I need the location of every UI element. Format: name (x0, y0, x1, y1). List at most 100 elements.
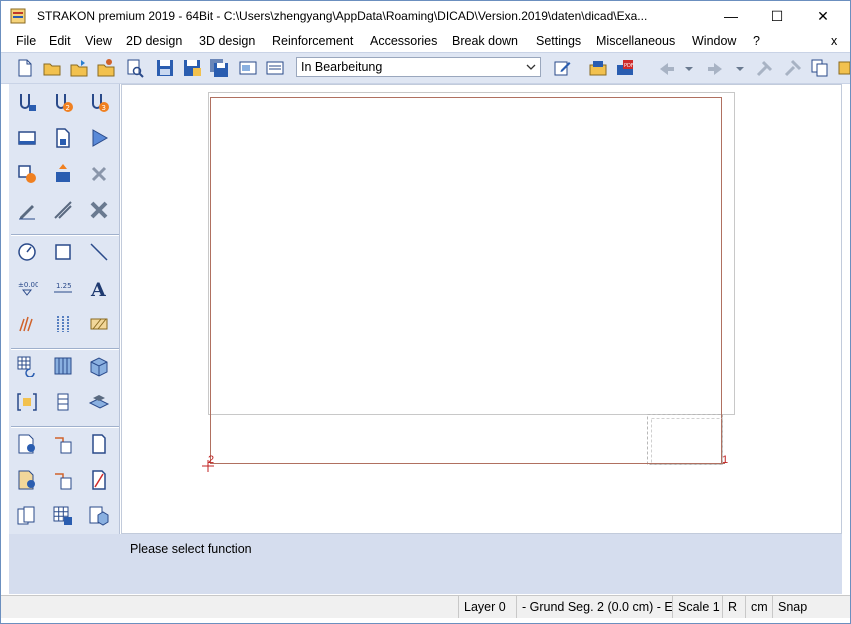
play-icon[interactable] (88, 127, 110, 149)
delete-node-icon[interactable] (88, 163, 110, 185)
menu-bar: File Edit View 2D design 3D design Reinf… (1, 31, 850, 51)
window-title: STRAKON premium 2019 - 64Bit - C:\Users\… (37, 9, 648, 23)
save-as-icon[interactable] (182, 58, 202, 78)
move-icon[interactable] (52, 163, 74, 185)
minimize-button[interactable]: — (708, 1, 754, 31)
elevation-mark-icon[interactable]: ±0.00 (16, 277, 38, 299)
copy-icon[interactable] (810, 58, 830, 78)
title-block-inner (651, 418, 723, 465)
dimension-adjust-icon[interactable] (52, 199, 74, 221)
axis-tool-2-icon[interactable]: 2 (52, 91, 74, 113)
pencil-icon[interactable] (16, 199, 38, 221)
multi-page-icon[interactable] (16, 505, 38, 527)
mdi-close-icon[interactable]: x (831, 34, 837, 48)
title-bar: STRAKON premium 2019 - 64Bit - C:\Users\… (1, 1, 850, 31)
svg-text:3: 3 (102, 104, 106, 112)
sheet-border (208, 92, 735, 415)
status-dropdown-value: In Bearbeitung (301, 60, 383, 74)
edit-note-icon[interactable] (552, 58, 572, 78)
menu-miscellaneous[interactable]: Miscellaneous (596, 34, 675, 48)
rectangle-icon[interactable] (52, 241, 74, 263)
close-button[interactable]: ✕ (800, 1, 846, 31)
undo-dropdown-icon[interactable] (684, 58, 694, 78)
dimension-icon[interactable]: 1.25 (52, 277, 74, 299)
drawing-frame (210, 97, 722, 464)
menu-help[interactable]: ? (753, 34, 760, 48)
drawing-canvas[interactable]: 2 1 (121, 84, 842, 534)
palette-separator (11, 234, 119, 236)
beam-icon[interactable] (52, 433, 74, 455)
minimize-icon: — (724, 8, 738, 24)
sheet-settings-icon[interactable] (16, 433, 38, 455)
layout-icon[interactable] (238, 58, 258, 78)
status-snap[interactable]: Snap (772, 596, 848, 618)
axis-tool-3-icon[interactable]: 3 (88, 91, 110, 113)
measure-dial-icon[interactable] (16, 241, 38, 263)
document-icon[interactable] (52, 127, 74, 149)
menu-2d-design[interactable]: 2D design (126, 34, 182, 48)
print-preview-icon[interactable] (125, 58, 145, 78)
close-icon: ✕ (817, 7, 829, 24)
menu-reinforcement[interactable]: Reinforcement (272, 34, 353, 48)
hatch-fill-icon[interactable] (88, 313, 110, 335)
save-icon[interactable] (155, 58, 175, 78)
line-icon[interactable] (88, 241, 110, 263)
cube-table-icon[interactable] (88, 505, 110, 527)
beam-2-icon[interactable] (52, 469, 74, 491)
bracket-grid-icon[interactable] (16, 391, 38, 413)
window-frame-icon[interactable] (16, 127, 38, 149)
menu-accessories[interactable]: Accessories (370, 34, 437, 48)
open-folder-arrow-icon[interactable] (69, 58, 89, 78)
drawing-area[interactable]: 2 1 (122, 85, 841, 533)
status-layer[interactable]: Layer 0 (458, 596, 518, 618)
maximize-button[interactable]: ☐ (754, 1, 800, 31)
grid-lines-icon[interactable] (52, 313, 74, 335)
chevron-down-icon (526, 64, 536, 70)
pdf-export-icon[interactable]: PDF (615, 58, 635, 78)
app-logo-icon (10, 8, 26, 24)
new-file-icon[interactable] (15, 58, 35, 78)
open-folder-icon[interactable] (42, 58, 62, 78)
cube-grid-icon[interactable] (88, 355, 110, 377)
delete-x-icon[interactable] (88, 199, 110, 221)
title-block (647, 414, 723, 465)
solid-grid-icon[interactable] (52, 355, 74, 377)
open-folder-user-icon[interactable] (96, 58, 116, 78)
redo-arrow-icon[interactable] (706, 58, 726, 78)
menu-3d-design[interactable]: 3D design (199, 34, 255, 48)
text-icon[interactable]: A (88, 277, 110, 299)
tools-disabled-icon[interactable] (783, 58, 803, 78)
export-icon[interactable] (588, 58, 608, 78)
menu-window[interactable]: Window (692, 34, 736, 48)
menu-edit[interactable]: Edit (49, 34, 71, 48)
page-icon[interactable] (88, 433, 110, 455)
menu-settings[interactable]: Settings (536, 34, 581, 48)
small-grid-icon[interactable] (52, 391, 74, 413)
redo-dropdown-icon[interactable] (735, 58, 745, 78)
point-label-2: 2 (208, 454, 214, 466)
page-slash-icon[interactable] (88, 469, 110, 491)
menu-break-down[interactable]: Break down (452, 34, 518, 48)
svg-text:A: A (90, 279, 106, 299)
status-dropdown[interactable]: In Bearbeitung (296, 57, 541, 77)
status-mode[interactable]: R (722, 596, 744, 618)
overflow-icon[interactable] (837, 58, 850, 78)
axis-tool-icon[interactable] (16, 91, 38, 113)
grid-table-icon[interactable] (52, 505, 74, 527)
tool-palette: 2 3 ±0.00 1.25 A (9, 84, 120, 534)
grid-rotate-icon[interactable] (16, 355, 38, 377)
menu-view[interactable]: View (85, 34, 112, 48)
status-unit[interactable]: cm (745, 596, 773, 618)
object-stack-icon[interactable] (88, 391, 110, 413)
sheet-settings-2-icon[interactable] (16, 469, 38, 491)
command-area: Please select function (9, 534, 842, 594)
hatch-lines-icon[interactable] (16, 313, 38, 335)
plan-icon[interactable] (265, 58, 285, 78)
tools-icon[interactable] (755, 58, 775, 78)
undo-arrow-icon[interactable] (656, 58, 676, 78)
status-scale[interactable]: Scale 1 (672, 596, 724, 618)
status-segment[interactable]: - Grund Seg. 2 (0.0 cm) - E (516, 596, 673, 618)
transform-icon[interactable] (16, 163, 38, 185)
menu-file[interactable]: File (16, 34, 36, 48)
save-all-icon[interactable] (209, 58, 229, 78)
